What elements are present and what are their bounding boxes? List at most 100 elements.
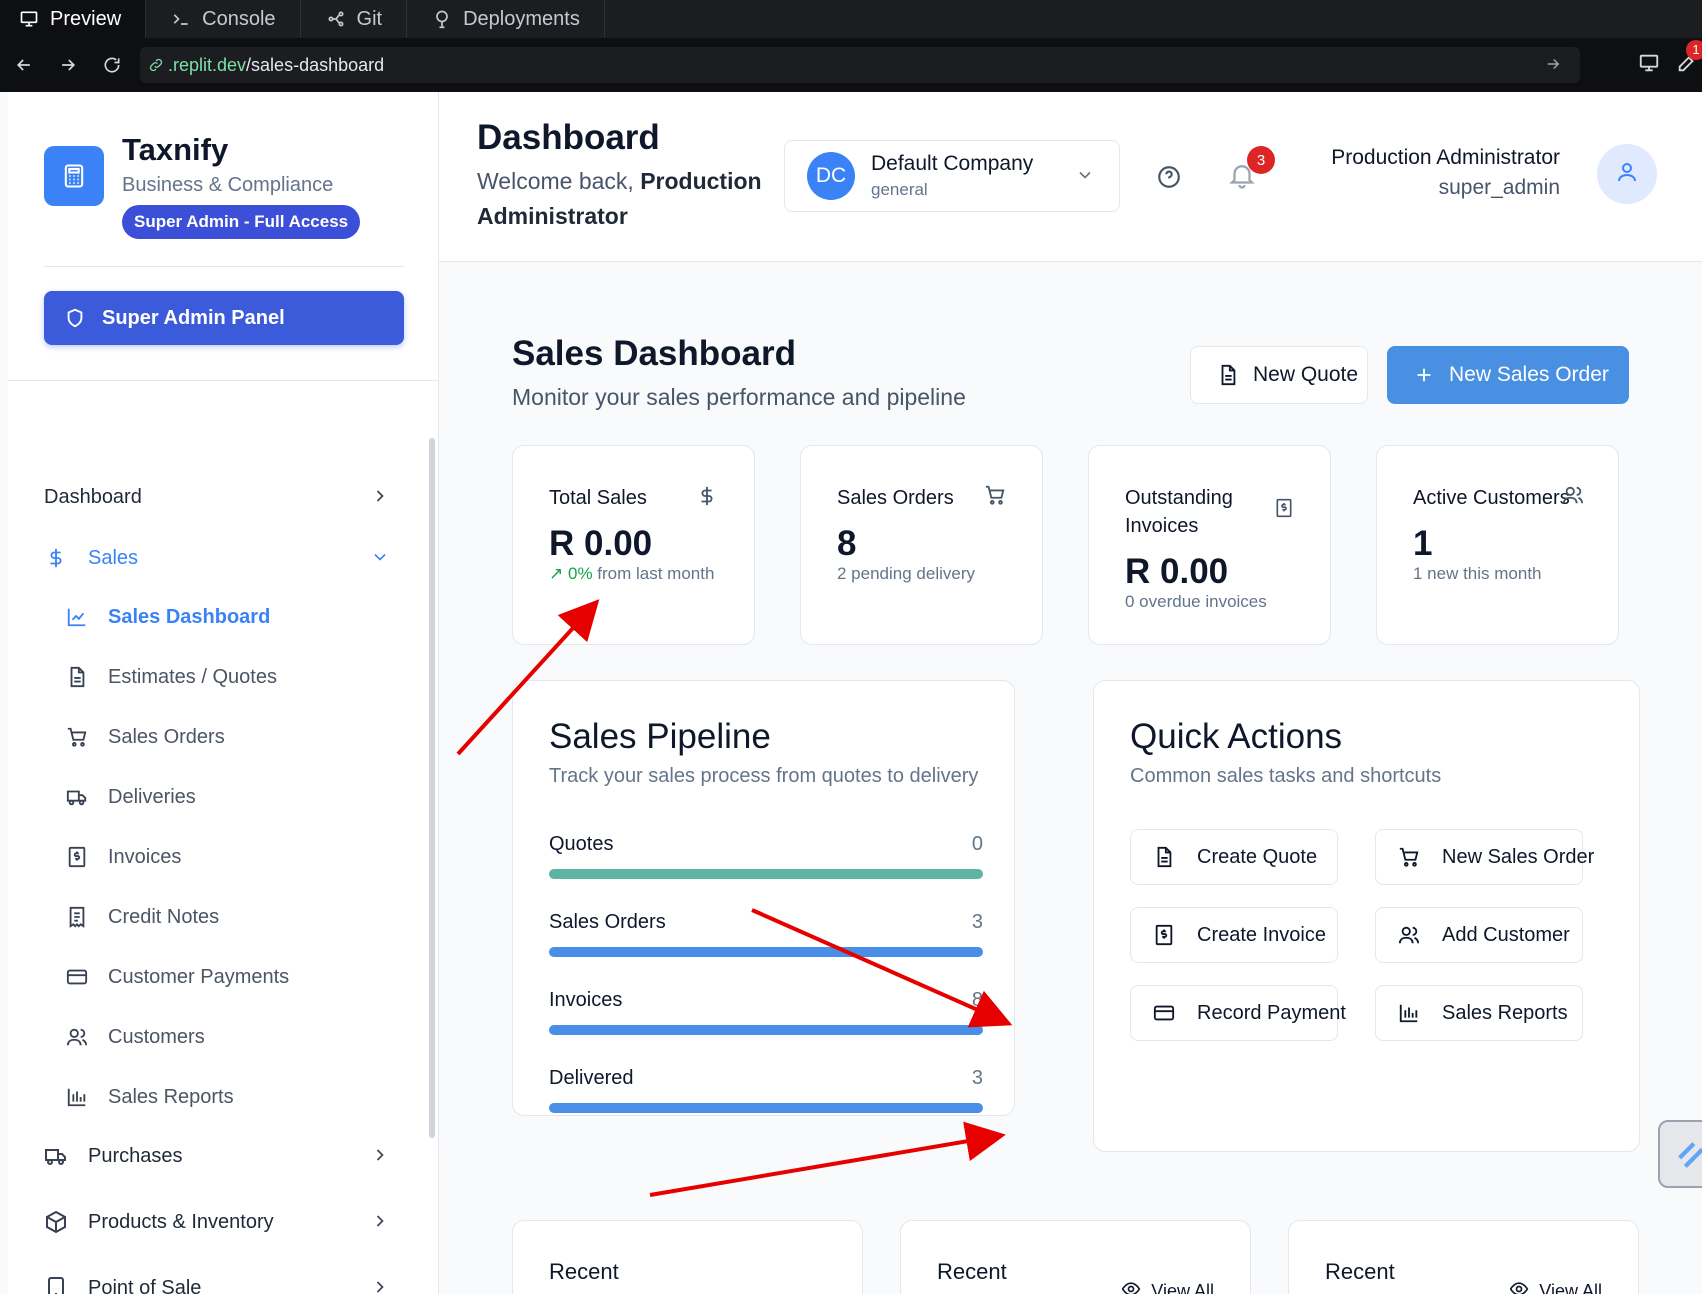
pipeline-count: 8 bbox=[971, 989, 983, 1011]
forward-arrow-icon[interactable] bbox=[48, 45, 88, 85]
sidebar-item-customers[interactable]: Customers bbox=[66, 1014, 406, 1060]
sidebar-item-label: Sales Reports bbox=[108, 1085, 234, 1108]
record-payment-button[interactable]: Record Payment bbox=[1130, 985, 1346, 1041]
sidebar-item-sales-orders[interactable]: Sales Orders bbox=[66, 714, 406, 760]
open-external-icon[interactable] bbox=[1544, 55, 1562, 78]
user-avatar[interactable] bbox=[1597, 144, 1657, 204]
recent-title: Recent bbox=[937, 1259, 1007, 1284]
company-name: Default Company bbox=[871, 152, 1034, 175]
devtools-icon[interactable]: 1 bbox=[1676, 39, 1702, 79]
url-path: /sales-dashboard bbox=[246, 54, 385, 75]
plus-icon bbox=[1413, 364, 1435, 386]
sidebar-item-sales-reports[interactable]: Sales Reports bbox=[66, 1074, 406, 1120]
back-arrow-icon[interactable] bbox=[4, 45, 44, 85]
sidebar-item-invoices[interactable]: Invoices bbox=[66, 834, 406, 880]
button-label: Add Customer bbox=[1442, 923, 1570, 946]
sidebar-item-point-of-sale[interactable]: Point of Sale bbox=[44, 1265, 404, 1294]
tab-console[interactable]: Console bbox=[146, 0, 301, 38]
sidebar-item-estimates[interactable]: Estimates / Quotes bbox=[66, 654, 406, 700]
url-field[interactable]: .replit.dev/sales-dashboard bbox=[140, 47, 1580, 83]
stat-card-total-sales: Total Sales R 0.00 ↗ 0% from last month bbox=[512, 445, 755, 645]
access-badge: Super Admin - Full Access bbox=[122, 205, 361, 239]
tab-git[interactable]: Git bbox=[301, 0, 408, 38]
reload-icon[interactable] bbox=[92, 45, 132, 85]
pipeline-bar bbox=[549, 947, 983, 957]
sidebar-item-dashboard[interactable]: Dashboard bbox=[44, 474, 404, 520]
pipeline-row-quotes: Quotes 0 bbox=[549, 833, 983, 879]
company-selector[interactable]: DC Default Company general bbox=[784, 140, 1120, 212]
new-sales-order-button[interactable]: New Sales Order bbox=[1387, 346, 1629, 404]
browser-url-bar: .replit.dev/sales-dashboard 1 bbox=[0, 38, 1702, 92]
pipeline-bar-fill bbox=[549, 1103, 983, 1113]
device-icon[interactable] bbox=[1638, 52, 1660, 79]
add-customer-button[interactable]: Add Customer bbox=[1375, 907, 1583, 963]
sidebar-item-credit-notes[interactable]: Credit Notes bbox=[66, 894, 406, 940]
user-icon bbox=[1615, 160, 1639, 189]
sidebar-item-label: Dashboard bbox=[44, 485, 142, 508]
sidebar-item-customer-payments[interactable]: Customer Payments bbox=[66, 954, 406, 1000]
floating-widget-button[interactable] bbox=[1658, 1120, 1702, 1188]
eye-icon bbox=[1509, 1279, 1529, 1294]
pipeline-row-invoices: Invoices 8 bbox=[549, 989, 983, 1035]
cart-icon bbox=[66, 726, 88, 748]
create-quote-button[interactable]: Create Quote bbox=[1130, 829, 1338, 885]
chevron-right-icon bbox=[370, 1277, 390, 1294]
pipeline-label: Sales Orders bbox=[549, 911, 666, 933]
pipeline-bar bbox=[549, 1025, 983, 1035]
quick-actions-card: Quick Actions Common sales tasks and sho… bbox=[1093, 680, 1640, 1152]
trend-up-icon: ↗ bbox=[549, 564, 564, 583]
sidebar-scrollbar[interactable] bbox=[427, 422, 437, 1294]
pipeline-label: Quotes bbox=[549, 833, 614, 855]
sidebar-item-sales-dashboard[interactable]: Sales Dashboard bbox=[66, 594, 406, 640]
sidebar-item-products-inventory[interactable]: Products & Inventory bbox=[44, 1199, 404, 1245]
welcome-text: Welcome back, Production Administrator bbox=[477, 164, 767, 234]
help-icon[interactable] bbox=[1156, 164, 1182, 195]
super-admin-panel-button[interactable]: Super Admin Panel bbox=[44, 291, 404, 345]
main-content: Sales Dashboard Monitor your sales perfo… bbox=[439, 262, 1702, 1294]
tablet-icon bbox=[44, 1276, 68, 1294]
divider bbox=[44, 266, 404, 267]
sidebar-item-label: Purchases bbox=[88, 1144, 183, 1167]
stat-value: R 0.00 bbox=[1125, 552, 1229, 591]
section-subtitle: Monitor your sales performance and pipel… bbox=[512, 384, 966, 410]
invoice-icon bbox=[1274, 498, 1294, 523]
users-icon bbox=[66, 1026, 88, 1048]
trend-note: from last month bbox=[592, 564, 715, 583]
tab-label: Console bbox=[202, 7, 276, 30]
shield-icon bbox=[64, 307, 86, 329]
new-quote-button[interactable]: New Quote bbox=[1190, 346, 1368, 404]
stat-value: 1 bbox=[1413, 524, 1433, 563]
tab-preview[interactable]: Preview bbox=[0, 0, 147, 38]
pipeline-label: Invoices bbox=[549, 989, 623, 1011]
button-label: Record Payment bbox=[1197, 1001, 1346, 1024]
company-type: general bbox=[871, 180, 928, 199]
terminal-icon bbox=[170, 8, 192, 30]
notifications-button[interactable]: 3 bbox=[1227, 146, 1275, 195]
link-icon bbox=[148, 57, 164, 73]
stat-note: ↗ 0% from last month bbox=[549, 564, 714, 584]
new-sales-order-quick-button[interactable]: New Sales Order bbox=[1375, 829, 1594, 885]
view-all-link[interactable]: View All bbox=[1121, 1279, 1214, 1294]
receipt-icon bbox=[66, 906, 88, 928]
sidebar-item-purchases[interactable]: Purchases bbox=[44, 1133, 404, 1179]
chevron-right-icon bbox=[370, 1145, 390, 1171]
credit-card-icon bbox=[66, 966, 88, 988]
panel-title: Quick Actions bbox=[1130, 717, 1343, 756]
view-all-link[interactable]: View All bbox=[1509, 1279, 1602, 1294]
sales-reports-button[interactable]: Sales Reports bbox=[1375, 985, 1583, 1041]
pipeline-count: 3 bbox=[971, 1067, 983, 1089]
tab-deployments[interactable]: Deployments bbox=[407, 0, 605, 38]
stat-note: 0 overdue invoices bbox=[1125, 592, 1267, 611]
panel-subtitle: Common sales tasks and shortcuts bbox=[1130, 765, 1442, 787]
scrollbar-thumb[interactable] bbox=[429, 438, 435, 1138]
bar-chart-icon bbox=[66, 1086, 88, 1108]
chrome-right-tools: 1 bbox=[1638, 38, 1702, 92]
pipeline-bar-fill bbox=[549, 869, 983, 879]
browser-tab-bar: Preview Console Git Deployments bbox=[0, 0, 1702, 38]
cart-icon bbox=[1398, 846, 1420, 868]
button-label: Sales Reports bbox=[1442, 1001, 1568, 1024]
sidebar-item-deliveries[interactable]: Deliveries bbox=[66, 774, 406, 820]
notification-badge: 3 bbox=[1247, 146, 1275, 174]
sidebar-item-sales[interactable]: Sales bbox=[44, 535, 404, 581]
create-invoice-button[interactable]: Create Invoice bbox=[1130, 907, 1338, 963]
